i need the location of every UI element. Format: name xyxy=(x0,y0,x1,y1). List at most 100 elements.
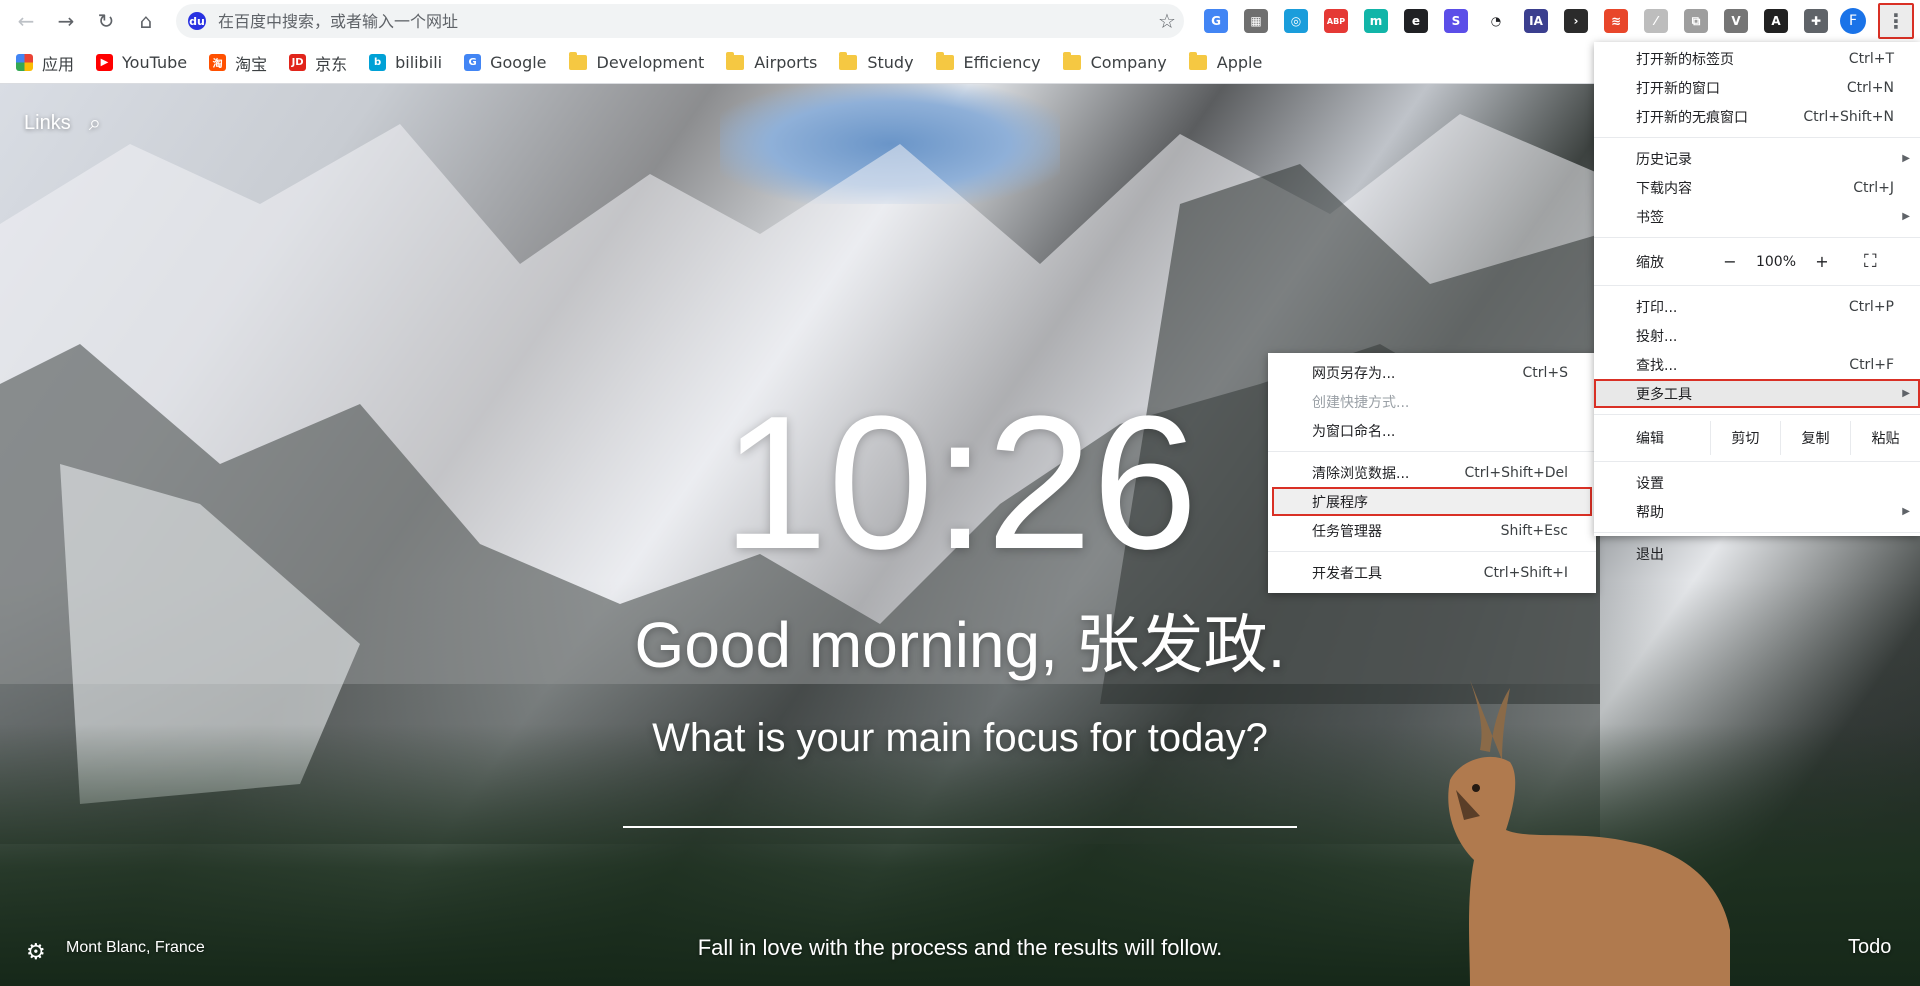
edit-label: 编辑 xyxy=(1636,431,1664,447)
tab-ext-icon[interactable]: ▦ xyxy=(1244,9,1268,33)
bookmark-company[interactable]: Company xyxy=(1062,52,1167,72)
folder-icon xyxy=(726,52,745,70)
folder-icon xyxy=(1188,52,1207,70)
reload-button[interactable]: ↻ xyxy=(86,1,126,41)
menu-item-find[interactable]: 查找... Ctrl+F xyxy=(1594,350,1920,379)
zoom-row: 缩放 − 100% + ⛶ xyxy=(1594,244,1920,279)
menu-item-name-window[interactable]: 为窗口命名... xyxy=(1268,416,1596,445)
v-ext-icon[interactable]: V xyxy=(1724,9,1748,33)
bookmark-development[interactable]: Development xyxy=(568,52,704,72)
apps-grid-icon xyxy=(16,54,33,71)
photo-location[interactable]: Mont Blanc, France xyxy=(66,939,205,957)
omnibox[interactable]: du ☆ xyxy=(176,4,1184,38)
speed-ext-icon[interactable]: ◔ xyxy=(1484,9,1508,33)
search-ext-icon[interactable]: ◎ xyxy=(1284,9,1308,33)
menu-item-new-incognito[interactable]: 打开新的无痕窗口 Ctrl+Shift+N xyxy=(1594,102,1920,131)
focus-input[interactable] xyxy=(623,782,1297,828)
omnibox-input[interactable] xyxy=(218,11,1150,31)
menu-separator xyxy=(1268,451,1596,452)
e-ext-icon[interactable]: e xyxy=(1404,9,1428,33)
pdf-ext-icon[interactable]: ⁄ xyxy=(1644,9,1668,33)
folder-icon xyxy=(839,52,858,70)
bookmark-bilibili[interactable]: b bilibili xyxy=(369,53,442,72)
baidu-icon: du xyxy=(188,12,206,30)
edit-row: 编辑 剪切 复制 粘贴 xyxy=(1594,421,1920,455)
zoom-in-button[interactable]: + xyxy=(1804,252,1840,271)
todo-button[interactable]: Todo xyxy=(1848,936,1891,959)
s-ext-icon[interactable]: S xyxy=(1444,9,1468,33)
menu-item-more-tools[interactable]: 更多工具 ▶ xyxy=(1594,379,1920,408)
bookmark-label: 京东 xyxy=(315,54,348,74)
chrome-menu-button[interactable]: ⋮ xyxy=(1878,3,1914,39)
home-button[interactable]: ⌂ xyxy=(126,1,166,41)
bookmark-google[interactable]: G Google xyxy=(464,53,547,72)
menu-item-settings[interactable]: 设置 xyxy=(1594,468,1920,497)
cut-button[interactable]: 剪切 xyxy=(1709,421,1780,455)
m-ext-icon[interactable]: m xyxy=(1364,9,1388,33)
site-favicon-icon: G xyxy=(464,54,482,71)
menu-item-new-tab[interactable]: 打开新的标签页 Ctrl+T xyxy=(1594,44,1920,73)
chrome-main-menu: 打开新的标签页 Ctrl+T 打开新的窗口 Ctrl+N 打开新的无痕窗口 Ctrl+… xyxy=(1594,42,1920,563)
site-favicon-icon: JD xyxy=(289,54,307,71)
site-favicon-icon: b xyxy=(369,54,387,71)
menu-item-print[interactable]: 打印... Ctrl+P xyxy=(1594,292,1920,321)
bookmark-apple[interactable]: Apple xyxy=(1188,52,1263,72)
submenu-arrow-icon: ▶ xyxy=(1902,153,1910,164)
fullscreen-icon[interactable]: ⛶ xyxy=(1864,251,1877,272)
dict-ext-icon[interactable]: A xyxy=(1764,9,1788,33)
search-icon[interactable]: ⌕ xyxy=(89,110,101,136)
clock-time: 10:26 xyxy=(722,377,1198,589)
more-vert-icon: ⋮ xyxy=(1886,9,1906,33)
focus-question: What is your main focus for today? xyxy=(652,716,1268,760)
menu-item-save-page[interactable]: 网页另存为... Ctrl+S xyxy=(1268,358,1596,387)
menu-item-dev-tools[interactable]: 开发者工具 Ctrl+Shift+I xyxy=(1268,558,1596,587)
menu-item-clear-data[interactable]: 清除浏览数据... Ctrl+Shift+Del xyxy=(1268,458,1596,487)
copy-ext-icon[interactable]: ⧉ xyxy=(1684,9,1708,33)
bookmark-label: 淘宝 xyxy=(235,54,268,74)
gear-icon[interactable]: ⚙ xyxy=(26,940,46,965)
bookmark-study[interactable]: Study xyxy=(839,52,914,72)
bookmark-star-icon[interactable]: ☆ xyxy=(1150,9,1184,33)
menu-item-bookmarks[interactable]: 书签 ▶ xyxy=(1594,202,1920,231)
menu-item-cast[interactable]: 投射... xyxy=(1594,321,1920,350)
menu-item-help[interactable]: 帮助 ▶ xyxy=(1594,497,1920,526)
forward-button[interactable]: → xyxy=(46,1,86,41)
bookmark-label: Airports xyxy=(754,53,818,72)
bookmark-label: Company xyxy=(1090,53,1167,72)
bookmark-应用[interactable]: 应用 xyxy=(16,51,74,75)
paste-button[interactable]: 粘贴 xyxy=(1849,421,1920,455)
more-tools-submenu: 网页另存为... Ctrl+S 创建快捷方式... 为窗口命名... 清除浏览数据… xyxy=(1268,353,1596,593)
submenu-arrow-icon: ▶ xyxy=(1902,388,1910,399)
links-label[interactable]: Links xyxy=(24,112,71,135)
folder-icon xyxy=(935,52,954,70)
stack-ext-icon[interactable]: ≋ xyxy=(1604,9,1628,33)
menu-item-exit[interactable]: 退出 xyxy=(1594,539,1920,568)
bookmark-efficiency[interactable]: Efficiency xyxy=(935,52,1041,72)
copy-button[interactable]: 复制 xyxy=(1779,421,1850,455)
menu-item-downloads[interactable]: 下载内容 Ctrl+J xyxy=(1594,173,1920,202)
adblock-ext-icon[interactable]: ABP xyxy=(1324,9,1348,33)
translate-ext-icon[interactable]: G xyxy=(1204,9,1228,33)
menu-separator xyxy=(1268,551,1596,552)
bookmark-淘宝[interactable]: 淘淘宝 xyxy=(209,51,267,75)
puzzle-ext-icon[interactable]: ✚ xyxy=(1804,9,1828,33)
back-button[interactable]: ← xyxy=(6,1,46,41)
zoom-out-button[interactable]: − xyxy=(1712,252,1748,271)
bookmark-airports[interactable]: Airports xyxy=(726,52,818,72)
term-ext-icon[interactable]: › xyxy=(1564,9,1588,33)
submenu-arrow-icon: ▶ xyxy=(1902,211,1910,222)
site-favicon-icon: 淘 xyxy=(209,54,227,71)
folder-icon xyxy=(1062,52,1081,70)
menu-item-extensions[interactable]: 扩展程序 xyxy=(1272,487,1592,516)
profile-avatar[interactable]: F xyxy=(1840,8,1866,34)
menu-item-history[interactable]: 历史记录 ▶ xyxy=(1594,144,1920,173)
bookmark-youtube[interactable]: ▶ YouTube xyxy=(96,53,187,72)
ia-ext-icon[interactable]: IA xyxy=(1524,9,1548,33)
menu-item-new-window[interactable]: 打开新的窗口 Ctrl+N xyxy=(1594,73,1920,102)
links-widget[interactable]: Links ⌕ xyxy=(24,110,101,136)
menu-separator xyxy=(1594,461,1920,462)
daily-quote: Fall in love with the process and the re… xyxy=(697,935,1223,960)
menu-item-task-manager[interactable]: 任务管理器 Shift+Esc xyxy=(1268,516,1596,545)
bookmark-京东[interactable]: JD 京东 xyxy=(289,51,347,75)
bookmark-label: Apple xyxy=(1216,53,1263,72)
